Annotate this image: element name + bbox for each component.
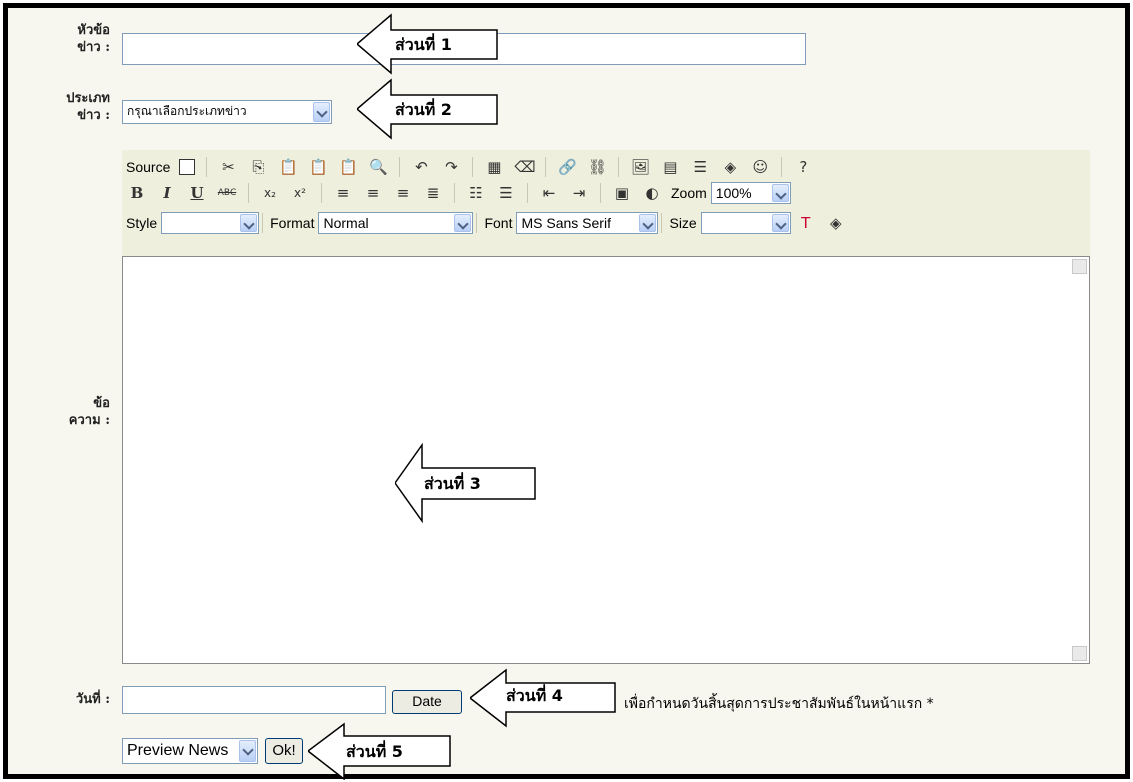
editor-toolbar: Source ✂ ⎘ 📋 📋 📋 🔍 ↶ ↷ ▦ ⌫ 🔗 ⛓ 🖼 ▤ ☰ ◈ ☺… [122, 150, 1090, 256]
separator [618, 157, 620, 177]
text-color-icon[interactable]: T [796, 213, 816, 233]
style-select[interactable] [161, 212, 260, 234]
zoom-select[interactable]: 100% [710, 182, 791, 204]
smiley-icon[interactable]: ☺ [750, 157, 770, 177]
separator [472, 157, 474, 177]
horizontal-rule-icon[interactable]: ☰ [690, 157, 710, 177]
zoom-label: Zoom [671, 185, 707, 201]
copy-icon[interactable]: ⎘ [248, 157, 268, 177]
callout-part-3: ส่วนที่ 3 [395, 443, 540, 523]
chevron-down-icon[interactable] [771, 184, 789, 202]
paste-text-icon[interactable]: 📋 [308, 157, 328, 177]
separator [476, 213, 478, 233]
paste-word-icon[interactable]: 📋 [338, 157, 358, 177]
image-icon[interactable]: 🖼 [630, 157, 650, 177]
toolbar-row-1: Source ✂ ⎘ 📋 📋 📋 🔍 ↶ ↷ ▦ ⌫ 🔗 ⛓ 🖼 ▤ ☰ ◈ ☺… [122, 154, 818, 180]
underline-icon[interactable]: U [187, 183, 207, 203]
align-center-icon[interactable]: ≡ [363, 183, 383, 203]
format-icon[interactable]: ◐ [642, 183, 662, 203]
callout-part-5-label: ส่วนที่ 5 [346, 742, 403, 761]
chevron-down-icon[interactable] [639, 214, 657, 232]
separator [454, 183, 455, 203]
ordered-list-icon[interactable]: ☷ [466, 183, 486, 203]
message-label: ข้อ ความ : [68, 396, 110, 428]
superscript-icon[interactable]: x² [290, 183, 310, 203]
toolbar-row-2: B I U ABC x₂ x² ≡ ≡ ≡ ≣ ☷ ☰ ⇤ ⇥ ▣ ◐ Zoom… [122, 180, 791, 206]
style-label: Style [126, 215, 158, 231]
callout-part-1-label: ส่วนที่ 1 [395, 35, 452, 54]
chevron-down-icon[interactable] [454, 214, 472, 232]
bold-icon[interactable]: B [127, 183, 147, 203]
source-icon[interactable] [179, 159, 196, 175]
separator [206, 157, 208, 177]
eraser-icon[interactable]: ⌫ [514, 157, 535, 177]
separator [321, 183, 322, 203]
scroll-up-icon[interactable] [1072, 259, 1087, 274]
toolbar-row-3: Style Format Normal Font MS Sans Serif S… [122, 210, 851, 236]
callout-part-2: ส่วนที่ 2 [357, 78, 502, 140]
source-button[interactable]: Source [126, 159, 170, 175]
subscript-icon[interactable]: x₂ [260, 183, 280, 203]
callout-part-4-label: ส่วนที่ 4 [506, 686, 563, 705]
preview-select[interactable]: Preview News [122, 738, 258, 764]
date-label: วันที่ : [75, 692, 110, 707]
show-blocks-icon[interactable]: ▣ [612, 183, 632, 203]
outdent-icon[interactable]: ⇤ [539, 183, 559, 203]
align-right-icon[interactable]: ≡ [393, 183, 413, 203]
format-select[interactable]: Normal [318, 212, 474, 234]
background-color-icon[interactable]: ◈ [826, 213, 846, 233]
callout-part-3-label: ส่วนที่ 3 [424, 474, 481, 493]
italic-icon[interactable]: I [157, 183, 177, 203]
find-icon[interactable]: 🔍 [368, 157, 388, 177]
callout-part-5: ส่วนที่ 5 [308, 722, 458, 780]
help-icon[interactable]: ? [793, 157, 813, 177]
chevron-down-icon[interactable] [313, 102, 330, 122]
separator [527, 183, 528, 203]
align-justify-icon[interactable]: ≣ [423, 183, 443, 203]
size-label: Size [669, 215, 697, 231]
link-icon[interactable]: 🔗 [557, 157, 577, 177]
select-all-icon[interactable]: ▦ [484, 157, 504, 177]
chevron-down-icon[interactable] [239, 740, 256, 762]
news-type-select[interactable]: กรุณาเลือกประเภทข่าว [122, 100, 332, 124]
special-char-icon[interactable]: ◈ [720, 157, 740, 177]
type-label: ประเภท ข่าว : [66, 91, 110, 123]
callout-part-1: ส่วนที่ 1 [357, 13, 502, 75]
separator [661, 213, 663, 233]
font-select[interactable]: MS Sans Serif [516, 212, 659, 234]
date-input[interactable] [122, 686, 386, 714]
chevron-down-icon[interactable] [771, 214, 789, 232]
ok-button[interactable]: Ok! [265, 738, 303, 764]
message-editor[interactable] [122, 256, 1090, 664]
separator [262, 213, 264, 233]
redo-icon[interactable]: ↷ [441, 157, 461, 177]
table-icon[interactable]: ▤ [660, 157, 680, 177]
chevron-down-icon[interactable] [240, 214, 258, 232]
date-button[interactable]: Date [392, 690, 462, 714]
strikethrough-icon[interactable]: ABC [217, 183, 237, 203]
date-note: เพื่อกำหนดวันสิ้นสุดการประชาสัมพันธ์ในหน… [624, 696, 934, 712]
font-label: Font [484, 215, 513, 231]
format-label: Format [270, 215, 315, 231]
separator [248, 183, 249, 203]
separator [600, 183, 601, 203]
undo-icon[interactable]: ↶ [411, 157, 431, 177]
align-left-icon[interactable]: ≡ [333, 183, 353, 203]
title-label: หัวข้อ ข่าว : [77, 23, 110, 55]
callout-part-2-label: ส่วนที่ 2 [395, 100, 452, 119]
unordered-list-icon[interactable]: ☰ [496, 183, 516, 203]
size-select[interactable] [700, 212, 791, 234]
separator [545, 157, 547, 177]
indent-icon[interactable]: ⇥ [569, 183, 589, 203]
scroll-down-icon[interactable] [1072, 646, 1087, 661]
cut-icon[interactable]: ✂ [218, 157, 238, 177]
separator [399, 157, 401, 177]
paste-icon[interactable]: 📋 [278, 157, 298, 177]
unlink-icon[interactable]: ⛓ [587, 157, 607, 177]
separator [781, 157, 783, 177]
callout-part-4: ส่วนที่ 4 [470, 668, 620, 728]
